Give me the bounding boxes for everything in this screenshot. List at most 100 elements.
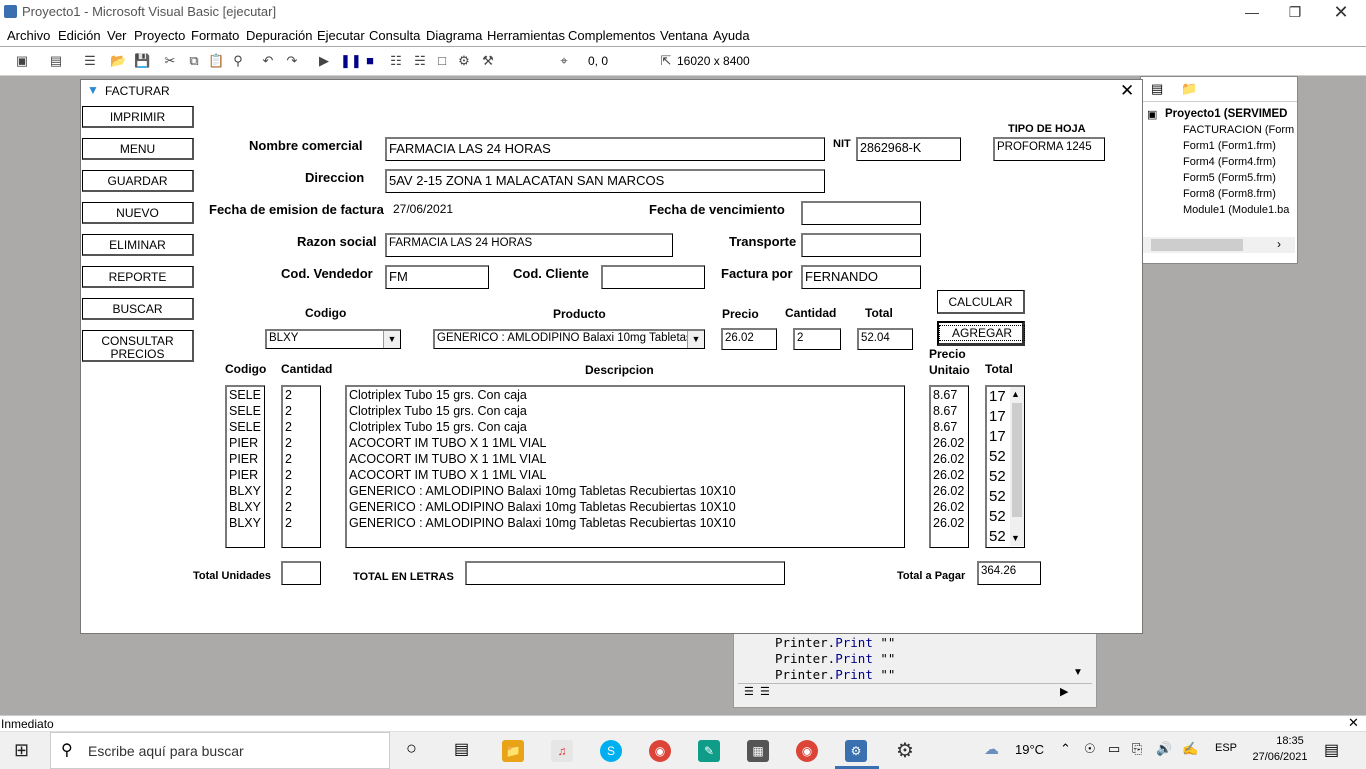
calcular-button[interactable]: CALCULAR (937, 290, 1025, 314)
code-scroll-down[interactable]: ▼ (1070, 667, 1086, 681)
tipo-hoja-input[interactable]: PROFORMA 1245 (993, 137, 1105, 161)
pause-icon[interactable]: ❚❚ (340, 53, 362, 69)
chrome-icon[interactable]: ◉ (649, 740, 671, 762)
windows-start-icon[interactable]: ⊞ (14, 740, 29, 761)
form-close-icon[interactable]: ✕ (1120, 81, 1134, 101)
list-item[interactable]: 26.02 (931, 483, 968, 499)
buscar-button[interactable]: BUSCAR (82, 298, 194, 320)
transporte-input[interactable] (801, 233, 921, 257)
list-item[interactable]: 8.67 (931, 403, 968, 419)
cantidad-list[interactable]: 2 2 2 2 2 2 2 2 2 (281, 385, 321, 548)
notifications-icon[interactable]: ▤ (1324, 740, 1339, 760)
list-item[interactable]: SELE (227, 403, 264, 419)
cortana-icon[interactable]: ○ (406, 738, 417, 759)
skype-icon[interactable]: S (600, 740, 622, 762)
list-item[interactable]: Clotriplex Tubo 15 grs. Con caja (347, 419, 904, 435)
pen-icon[interactable]: ✍ (1182, 741, 1198, 757)
menu-ejecutar[interactable]: Ejecutar (317, 28, 365, 43)
codigo-select[interactable]: BLXY ▼ (265, 329, 401, 349)
copy-icon[interactable]: ⧉ (186, 53, 202, 69)
total-unidades-input[interactable] (281, 561, 321, 585)
find-icon[interactable]: ⚲ (230, 53, 246, 69)
menu-edicion[interactable]: Edición (58, 28, 101, 43)
itunes-icon[interactable]: ♫ (551, 740, 573, 762)
task-view-icon[interactable]: ▤ (454, 739, 469, 759)
list-item[interactable]: PIER (227, 435, 264, 451)
tree-item-form4[interactable]: Form4 (Form4.frm) (1183, 156, 1276, 168)
tree-item-form5[interactable]: Form5 (Form5.frm) (1183, 172, 1276, 184)
list-item[interactable]: 2 (283, 435, 320, 451)
code-line[interactable]: Printer.Print "" (775, 651, 895, 666)
weather-icon[interactable]: ☁ (984, 740, 999, 758)
list-item[interactable]: 2 (283, 515, 320, 531)
save-icon[interactable]: 💾 (134, 53, 150, 69)
redo-icon[interactable]: ↷ (284, 53, 300, 69)
add-form-icon[interactable]: ▤ (48, 53, 64, 69)
cut-icon[interactable]: ✂ (162, 53, 178, 69)
meet-now-icon[interactable]: ☉ (1084, 741, 1096, 757)
nombre-comercial-input[interactable]: FARMACIA LAS 24 HORAS (385, 137, 825, 161)
open-icon[interactable]: 📂 (110, 53, 126, 69)
restore-button[interactable]: ❐ (1280, 2, 1310, 22)
eliminar-button[interactable]: ELIMINAR (82, 234, 194, 256)
consultar-precios-button[interactable]: CONSULTAR PRECIOS (82, 330, 194, 362)
properties-icon[interactable]: ☵ (412, 53, 428, 69)
list-item[interactable]: GENERICO : AMLODIPINO Balaxi 10mg Tablet… (347, 515, 904, 531)
code-line[interactable]: Printer.Print "" (775, 635, 895, 650)
list-item[interactable]: BLXY (227, 483, 264, 499)
temperature[interactable]: 19°C (1015, 742, 1044, 757)
calculator-icon[interactable]: ▦ (747, 740, 769, 762)
guardar-button[interactable]: GUARDAR (82, 170, 194, 192)
precio-input[interactable]: 26.02 (721, 328, 777, 350)
file-explorer-icon[interactable]: 📁 (502, 740, 524, 762)
form-layout-icon[interactable]: □ (434, 53, 450, 69)
razon-social-input[interactable]: FARMACIA LAS 24 HORAS (385, 233, 673, 257)
menu-archivo[interactable]: Archivo (7, 28, 50, 43)
menu-button[interactable]: MENU (82, 138, 194, 160)
nuevo-button[interactable]: NUEVO (82, 202, 194, 224)
menu-editor-icon[interactable]: ☰ (82, 53, 98, 69)
reporte-button[interactable]: REPORTE (82, 266, 194, 288)
paste-icon[interactable]: 📋 (208, 53, 224, 69)
immediate-close-icon[interactable]: ✕ (1348, 715, 1359, 731)
list-item[interactable]: Clotriplex Tubo 15 grs. Con caja (347, 387, 904, 403)
object-browser-icon[interactable]: ⚙ (456, 53, 472, 69)
menu-diagrama[interactable]: Diagrama (426, 28, 482, 43)
start-icon[interactable]: ▶ (316, 53, 332, 69)
project-hscrollbar[interactable]: › (1141, 237, 1295, 253)
language-indicator[interactable]: ESP (1215, 742, 1237, 754)
clock-date[interactable]: 27/06/2021 (1248, 751, 1312, 763)
menu-complementos[interactable]: Complementos (568, 28, 655, 43)
total-list-scrollbar[interactable]: ▲ ▼ (1010, 387, 1024, 546)
settings-icon[interactable]: ⚙ (896, 738, 914, 763)
chrome-icon[interactable]: ◉ (796, 740, 818, 762)
code-line[interactable]: Printer.Print "" (775, 667, 895, 682)
list-item[interactable]: BLXY (227, 515, 264, 531)
list-item[interactable]: 2 (283, 387, 320, 403)
list-item[interactable]: 2 (283, 467, 320, 483)
imprimir-button[interactable]: IMPRIMIR (82, 106, 194, 128)
list-item[interactable]: PIER (227, 451, 264, 467)
menu-proyecto[interactable]: Proyecto (134, 28, 185, 43)
codigo-list[interactable]: SELE SELE SELE PIER PIER PIER BLXY BLXY … (225, 385, 265, 548)
immediate-window[interactable]: Inmediato ✕ (0, 715, 1366, 732)
agregar-button[interactable]: AGREGAR (937, 321, 1026, 346)
list-item[interactable]: GENERICO : AMLODIPINO Balaxi 10mg Tablet… (347, 499, 904, 515)
project-root[interactable]: Proyecto1 (SERVIMED (1165, 108, 1288, 120)
list-item[interactable]: 26.02 (931, 451, 968, 467)
clock-time[interactable]: 18:35 (1264, 735, 1316, 747)
list-item[interactable]: 2 (283, 483, 320, 499)
volume-icon[interactable]: 🔊 (1156, 741, 1172, 757)
list-item[interactable]: ACOCORT IM TUBO X 1 1ML VIAL (347, 435, 904, 451)
fecha-vencimiento-input[interactable] (801, 201, 921, 225)
producto-select[interactable]: GENERICO : AMLODIPINO Balaxi 10mg Tablet… (433, 329, 705, 349)
menu-ayuda[interactable]: Ayuda (713, 28, 750, 43)
list-item[interactable]: 8.67 (931, 419, 968, 435)
tree-item-form8[interactable]: Form8 (Form8.frm) (1183, 188, 1276, 200)
undo-icon[interactable]: ↶ (260, 53, 276, 69)
network-icon[interactable]: ⎘ (1132, 741, 1142, 757)
list-item[interactable]: 26.02 (931, 515, 968, 531)
cantidad-input[interactable]: 2 (793, 328, 841, 350)
menu-consulta[interactable]: Consulta (369, 28, 420, 43)
sticky-notes-icon[interactable]: ✎ (698, 740, 720, 762)
